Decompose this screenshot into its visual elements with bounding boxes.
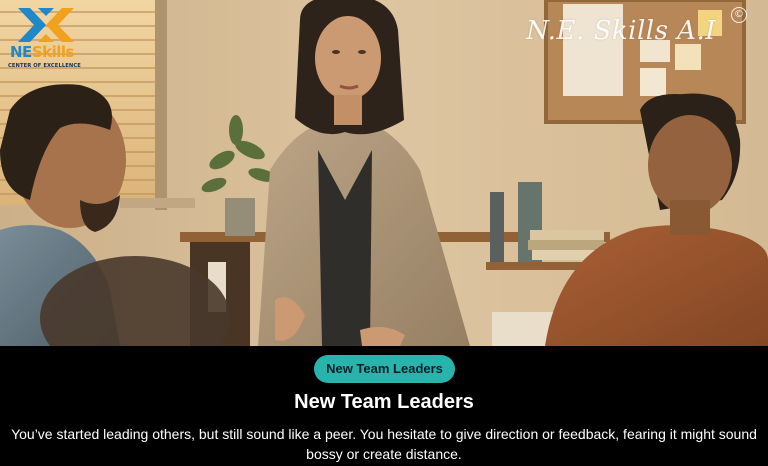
copyright-icon: ©: [731, 7, 747, 23]
office-meeting-illustration: [0, 0, 768, 346]
scenario-description: You’ve started leading others, but still…: [11, 426, 757, 462]
watermark-text: N.E. Skills A.I: [526, 16, 716, 46]
logo-word-skills: Skills: [31, 43, 75, 61]
logo-x-icon: [18, 8, 74, 42]
scenario-card: NESkills CENTER OF EXCELLENCE N.E. Skill…: [0, 0, 768, 466]
scenario-photo: NESkills CENTER OF EXCELLENCE N.E. Skill…: [0, 0, 768, 346]
category-badge[interactable]: New Team Leaders: [314, 355, 455, 383]
logo-tagline: CENTER OF EXCELLENCE: [8, 63, 81, 69]
scenario-title: New Team Leaders: [294, 391, 474, 413]
ne-skills-logo: NESkills CENTER OF EXCELLENCE: [6, 6, 84, 72]
caption-panel: New Team Leaders New Team Leaders You’ve…: [0, 346, 768, 466]
logo-wordmark: NESkills: [10, 45, 74, 60]
logo-word-ne: NE: [10, 43, 32, 61]
